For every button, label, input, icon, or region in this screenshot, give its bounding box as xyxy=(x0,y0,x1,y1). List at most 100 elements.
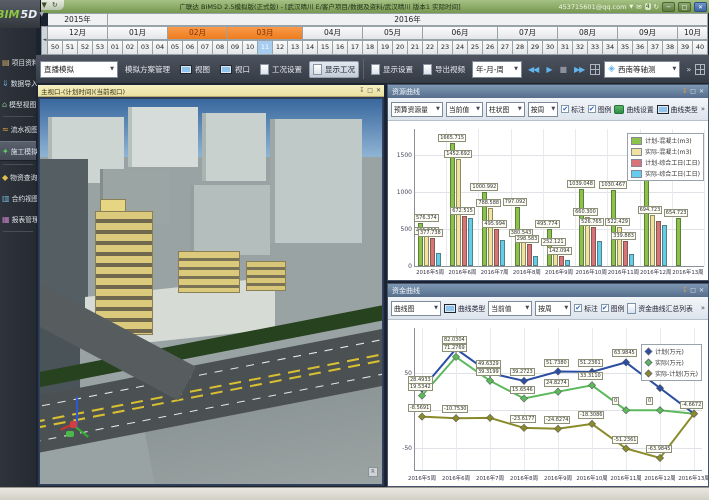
period-select[interactable]: 按周▼ xyxy=(528,102,559,117)
timeline-week-cell[interactable]: 26 xyxy=(483,40,498,55)
timeline-week-cell[interactable]: 21 xyxy=(408,40,423,55)
app-logo[interactable]: BIM 5D ▼ xyxy=(0,0,41,28)
timeline-week-cell[interactable]: 39 xyxy=(678,40,693,55)
sidebar-item-data-import[interactable]: ⇓数据导入 xyxy=(0,74,36,92)
timeline-week-cell[interactable]: 27 xyxy=(498,40,513,55)
panel-pin-icon[interactable]: ↧ xyxy=(682,287,687,294)
display-setting-button[interactable]: 显示设置 xyxy=(368,62,416,77)
panel-overflow-button[interactable]: » xyxy=(701,304,705,312)
funds-annotate-checkbox[interactable]: 标注 xyxy=(574,303,598,313)
timeline-week-cell[interactable]: 17 xyxy=(348,40,363,55)
timeline-year-cell[interactable]: 2015年 xyxy=(48,13,108,26)
timeline-week-cell[interactable]: 11 xyxy=(258,40,273,55)
timeline-week-cell[interactable]: 28 xyxy=(513,40,528,55)
3d-scene[interactable]: R xyxy=(39,98,383,485)
timeline-week-cell[interactable]: 05 xyxy=(168,40,183,55)
sidebar-item-report-manage[interactable]: ▦报表管理 xyxy=(0,210,36,228)
account-label[interactable]: 453715601@qq.com xyxy=(558,3,626,11)
funds-chart-select[interactable]: 曲线图▼ xyxy=(391,301,441,316)
work-condition-setting-button[interactable]: 工况设置 xyxy=(257,62,305,77)
table-icon[interactable] xyxy=(695,64,705,75)
timeline-week-cell[interactable]: 16 xyxy=(333,40,348,55)
timeline-month-cell[interactable]: 03月 xyxy=(228,26,303,40)
timeline-week-cell[interactable]: 40 xyxy=(693,40,708,55)
timeline-week-cell[interactable]: 08 xyxy=(213,40,228,55)
timeline-week-cell[interactable]: 04 xyxy=(153,40,168,55)
timeline-week-cell[interactable]: 25 xyxy=(468,40,483,55)
view-preset-select[interactable]: ◈ 西南等轴测▼ xyxy=(604,61,680,78)
viewcube-widget[interactable]: R xyxy=(368,467,378,477)
timeline-week-cell[interactable]: 13 xyxy=(288,40,303,55)
simulation-mode-select[interactable]: 直播模拟▼ xyxy=(40,61,118,78)
timeline-month-cell[interactable]: 04月 xyxy=(303,26,363,40)
timeline-week-cell[interactable]: 20 xyxy=(393,40,408,55)
timeline-week-cell[interactable]: 52 xyxy=(78,40,93,55)
undo-icon[interactable]: ↻ xyxy=(52,1,58,10)
panel-close-icon[interactable]: ✕ xyxy=(699,88,704,95)
timeline-week-cell[interactable]: 19 xyxy=(378,40,393,55)
budget-resource-select[interactable]: 预算资源量▼ xyxy=(391,102,443,117)
simulation-scheme-manage-button[interactable]: 模拟方案管理 xyxy=(122,62,173,77)
sidebar-item-material-query[interactable]: ◆物资查询 xyxy=(0,168,36,186)
sidebar-item-construction-sim[interactable]: ✦施工模拟 xyxy=(0,141,36,161)
value-mode-select[interactable]: 当前值▼ xyxy=(446,102,483,117)
timeline-week-cell[interactable]: 30 xyxy=(543,40,558,55)
panel-float-icon[interactable]: □ xyxy=(690,287,696,294)
timeline-month-cell[interactable]: 05月 xyxy=(363,26,423,40)
viewport-float-icon[interactable]: □ xyxy=(367,87,373,94)
timeline-week-cell[interactable]: 37 xyxy=(648,40,663,55)
timeline-month-cell[interactable]: 06月 xyxy=(423,26,498,40)
sidebar-item-contract-view[interactable]: ▥合约视图 xyxy=(0,189,36,207)
sidebar-item-flow-view[interactable]: ≈流水视图 xyxy=(0,120,36,138)
panel-overflow-button[interactable]: » xyxy=(701,105,705,113)
timeline-week-cell[interactable]: 24 xyxy=(453,40,468,55)
fast-forward-button[interactable]: ▶▶ xyxy=(572,65,586,74)
panel-close-icon[interactable]: ✕ xyxy=(699,287,704,294)
view-button[interactable]: 视图 xyxy=(177,62,213,77)
toolbar-overflow-button[interactable]: » xyxy=(686,65,691,74)
annotate-checkbox[interactable]: 标注 xyxy=(561,104,585,114)
timeline-week-cell[interactable]: 18 xyxy=(363,40,378,55)
timeline-week-cell[interactable]: 29 xyxy=(528,40,543,55)
timeline-week-cell[interactable]: 03 xyxy=(138,40,153,55)
funds-summary-list-button[interactable]: 资金曲线汇总列表 xyxy=(627,303,692,314)
viewport-close-icon[interactable]: ✕ xyxy=(376,87,381,94)
timeline-week-cell[interactable]: 14 xyxy=(303,40,318,55)
timeline-month-cell[interactable]: 10月 xyxy=(678,26,708,40)
timeline-month-cell[interactable]: 12月 xyxy=(48,26,108,40)
timeline-week-cell[interactable]: 01 xyxy=(108,40,123,55)
timeline-week-cell[interactable]: 51 xyxy=(63,40,78,55)
timeline-week-cell[interactable]: 10 xyxy=(243,40,258,55)
panel-pin-icon[interactable]: ↧ xyxy=(682,88,687,95)
refresh-icon[interactable]: ↻ xyxy=(654,3,659,11)
curve-type-button[interactable]: 曲线类型 xyxy=(657,104,698,114)
timeline-week-cell[interactable]: 50 xyxy=(48,40,63,55)
timeline-month-cell[interactable]: 01月 xyxy=(108,26,168,40)
timeline-week-cell[interactable]: 38 xyxy=(663,40,678,55)
timeline-month-cell[interactable]: 09月 xyxy=(618,26,678,40)
funds-period-select[interactable]: 按周▼ xyxy=(535,301,571,316)
timeline-week-cell[interactable]: 22 xyxy=(423,40,438,55)
time-unit-select[interactable]: 年-月-周▼ xyxy=(472,61,522,78)
funds-curve-type-button[interactable]: 曲线类型 xyxy=(444,303,485,313)
funds-legend-checkbox[interactable]: 图例 xyxy=(601,303,625,313)
timeline-scroll-left-icon[interactable]: ◄ xyxy=(41,26,48,55)
timeline-week-cell[interactable]: 34 xyxy=(603,40,618,55)
timeline-week-cell[interactable]: 06 xyxy=(183,40,198,55)
timeline-week-cell[interactable]: 53 xyxy=(93,40,108,55)
save-icon[interactable]: ▼ xyxy=(41,1,46,10)
export-video-button[interactable]: 导出视频 xyxy=(420,62,468,77)
timeline-week-cell[interactable]: 12 xyxy=(273,40,288,55)
play-button[interactable]: ▶ xyxy=(544,65,553,74)
account-dropdown-icon[interactable]: ▼ xyxy=(629,4,633,10)
viewport-button[interactable]: 视口 xyxy=(217,62,253,77)
timeline-week-cell[interactable]: 02 xyxy=(123,40,138,55)
maximize-button[interactable]: □ xyxy=(678,2,691,12)
rewind-button[interactable]: ◀◀ xyxy=(526,65,540,74)
timeline-week-cell[interactable]: 33 xyxy=(588,40,603,55)
stop-button[interactable]: ■ xyxy=(557,65,568,74)
timeline-month-cell[interactable]: 02月 xyxy=(168,26,228,40)
timeline-month-cell[interactable]: 07月 xyxy=(498,26,558,40)
grid-view-icon[interactable] xyxy=(590,64,600,75)
close-button[interactable]: ✕ xyxy=(694,2,707,12)
